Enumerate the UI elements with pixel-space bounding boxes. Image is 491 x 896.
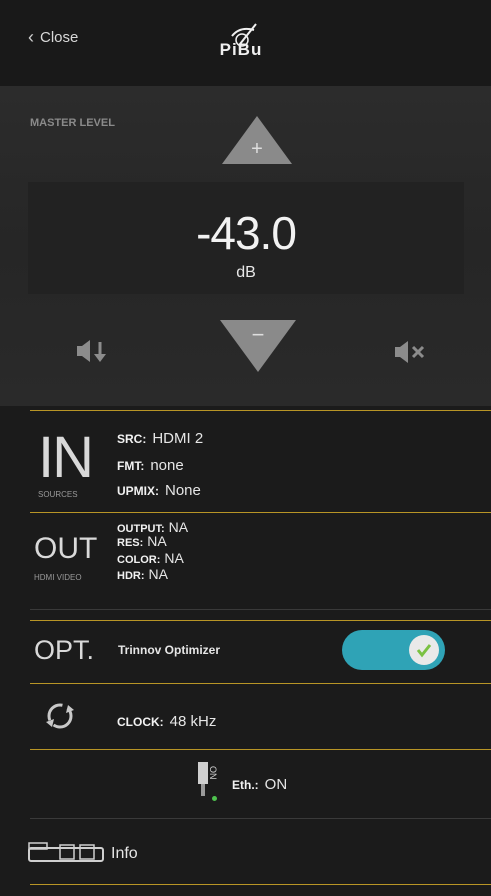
ethernet-row: Eth.: ON [232,776,287,793]
output-title: OUT [34,532,98,565]
logo: PiBu [210,22,272,62]
mute-button[interactable] [394,340,428,364]
upmix-value: None [165,482,201,499]
color-value: NA [164,550,184,566]
upmix-label: UPMIX: [117,484,159,498]
clock-label: CLOCK: [117,715,164,729]
fmt-value: none [150,457,184,474]
divider [30,683,491,684]
close-button[interactable]: ‹ Close [28,28,78,46]
plus-symbol: + [251,138,263,160]
ethernet-plug-text: ON [208,766,218,780]
color-row: COLOR: NA [117,550,184,567]
mute-icon [395,341,425,363]
divider [30,749,491,750]
master-level-panel: MASTER LEVEL + -43.0 dB − [0,86,491,406]
ethernet-status-dot [212,796,217,801]
hdr-label: HDR: [117,570,145,582]
divider [30,884,491,885]
sync-icon [46,703,74,729]
chevron-left-icon: ‹ [28,27,34,47]
volume-down-step-button[interactable] [76,338,110,364]
info-label: Info [111,845,138,862]
res-value: NA [147,533,167,549]
output-caption: HDMI VIDEO [34,573,82,582]
volume-up-button[interactable]: + [222,116,292,164]
master-level-label: MASTER LEVEL [30,117,115,129]
res-label: RES: [117,537,144,549]
clock-row: CLOCK: 48 kHz [117,713,216,730]
optimizer-label: Trinnov Optimizer [118,643,221,657]
ethernet-label: Eth.: [232,778,259,792]
input-caption: SOURCES [38,490,78,499]
level-value: -43.0 [196,207,297,259]
toggle-knob [409,635,439,665]
volume-down-button[interactable]: − [220,320,296,372]
src-value: HDMI 2 [152,430,204,447]
clock-value: 48 kHz [169,713,217,730]
ethernet-value: ON [264,776,288,793]
hdr-row: HDR: NA [117,566,168,583]
logo-text: PiBu [219,40,263,59]
divider [30,410,491,411]
divider [30,818,491,819]
close-label: Close [40,28,79,46]
optimizer-title: OPT. [34,635,95,665]
color-label: COLOR: [117,554,161,566]
output-value: NA [168,519,189,535]
divider [30,609,491,610]
projector-icon [28,842,104,862]
fmt-label: FMT: [117,459,145,473]
minus-symbol: − [251,322,265,347]
divider [30,512,491,513]
hdr-value: NA [148,566,168,582]
volume-down-icon [77,340,106,362]
input-title: IN [38,425,94,490]
divider [30,620,491,621]
optimizer-toggle[interactable] [342,630,445,670]
upmix-row: UPMIX: None [117,482,201,499]
level-display: -43.0 dB [28,182,464,294]
level-unit: dB [236,264,256,281]
header-bar: ‹ Close PiBu [0,0,491,87]
fmt-row: FMT: none [117,457,184,474]
res-row: RES: NA [117,533,167,550]
check-icon [416,644,432,658]
src-row: SRC: HDMI 2 [117,430,203,447]
src-label: SRC: [117,432,147,446]
